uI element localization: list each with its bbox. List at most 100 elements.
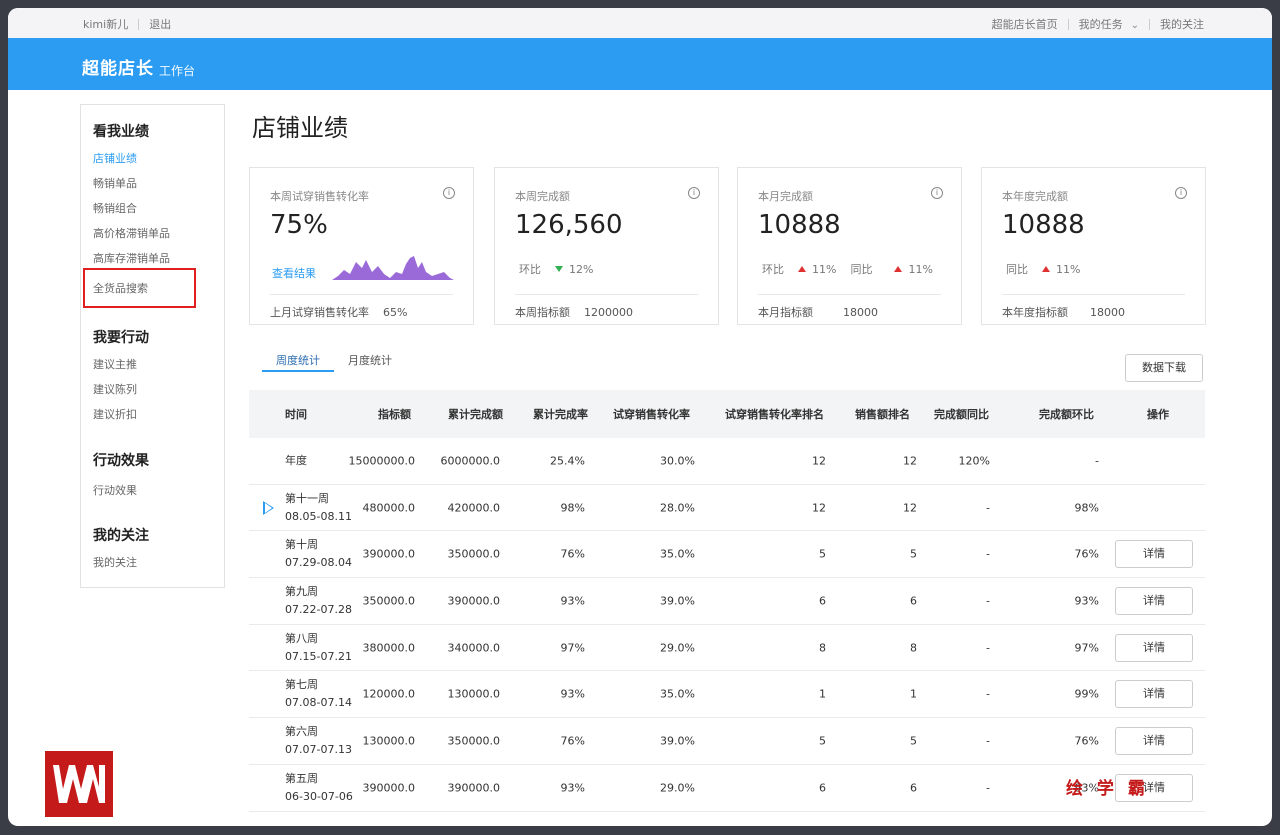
cell-yoy: - [986,501,990,515]
detail-button[interactable]: 详情 [1115,680,1193,709]
play-icon[interactable] [263,500,274,515]
detail-button[interactable]: 详情 [1115,540,1193,569]
cell-conversion-rank: 5 [819,547,826,561]
app-header: 超能店长 工作台 [8,38,1272,90]
table-row: 第六周 07.07-07.13 130000.0 350000.0 76% 39.0% 5 5… [249,718,1205,765]
cell-conversion-rank: 6 [819,594,826,608]
table-row: 第九周 07.22-07.28 350000.0 390000.0 93% 39.0% 6 6… [249,578,1205,625]
sidebar-group-title: 看我业绩 [93,124,149,140]
card-label: 本周完成额 [515,190,570,203]
card-label: 本月完成额 [758,190,813,203]
divider [138,18,140,30]
detail-button[interactable]: 详情 [1115,586,1193,615]
cell-mom: 99% [1074,687,1099,701]
cell-time: 第九周 07.22-07.28 [285,583,352,619]
brand-title[interactable]: 超能店长 [82,54,154,79]
period-name: 第八周 [285,631,318,645]
card-divider [1002,294,1185,295]
foot-value: 1200000 [584,306,633,319]
sidebar-group-title: 我要行动 [93,330,149,346]
period-dates: 08.05-08.11 [285,509,352,523]
user-name[interactable]: kimi新儿 [83,16,128,32]
cell-target: 390000.0 [362,547,416,561]
cell-done-rate: 25.4% [550,454,585,468]
cell-conversion: 30.0% [660,454,695,468]
kpi-card-week-done: 本周完成额 i 126,560 环比 12% 本周指标额 1200000 [494,167,719,325]
table-row: 第五周 06-30-07-06 390000.0 390000.0 93% 29.0% 6 6… [249,765,1205,812]
cell-conversion: 29.0% [660,781,695,795]
cell-done-rate: 93% [560,781,585,795]
cell-conversion-rank: 6 [819,781,826,795]
cell-conversion: 35.0% [660,687,695,701]
sidebar-item-all-goods-search[interactable]: 全货品搜索 [93,280,148,296]
tab-weekly[interactable]: 周度统计 [262,346,334,372]
cell-mom: 97% [1074,641,1099,655]
sidebar-item-bestseller-combos[interactable]: 畅销组合 [93,200,137,216]
cell-conversion-rank: 5 [819,734,826,748]
cell-sales-rank: 6 [910,781,917,795]
sidebar-item-display[interactable]: 建议陈列 [93,381,137,397]
detail-button[interactable]: 详情 [1115,726,1193,755]
table-row: 年度 15000000.0 6000000.0 25.4% 30.0% 12 12 120% - [249,438,1205,485]
cell-sales-rank: 12 [903,501,917,515]
cell-conversion: 39.0% [660,594,695,608]
card-compare-row: 环比 12% [519,261,593,277]
logout-link[interactable]: 退出 [149,16,171,32]
col-mom: 完成额环比 [1039,408,1094,421]
info-icon[interactable]: i [443,187,455,199]
tab-monthly[interactable]: 月度统计 [334,346,406,372]
tasks-label: 我的任务 [1078,18,1123,31]
arrow-up-icon [1042,266,1050,272]
home-link[interactable]: 超能店长首页 [992,16,1058,32]
foot-label: 本月指标额 [758,306,813,319]
cell-conversion-rank: 1 [819,687,826,701]
col-done: 累计完成额 [448,408,503,421]
sidebar-item-high-price-slow[interactable]: 高价格滞销单品 [93,225,170,241]
chevron-down-icon: ⌄ [1130,20,1139,31]
sidebar-item-store-performance[interactable]: 店铺业绩 [93,150,137,166]
sidebar-item-promote[interactable]: 建议主推 [93,356,137,372]
cell-done-rate: 93% [560,594,585,608]
card-footer: 上月试穿销售转化率 65% [270,304,407,320]
watermark-text: 绘 学 霸 [1066,779,1149,799]
sidebar-item-discount[interactable]: 建议折扣 [93,406,137,422]
foot-value: 18000 [1090,306,1125,319]
app-window: kimi新儿 退出 超能店长首页 我的任务 ⌄ 我的关注 超能店长 工作台 看我业… [8,8,1272,826]
card-divider [515,294,698,295]
foot-label: 本年度指标额 [1002,306,1068,319]
card-divider [758,294,941,295]
info-icon[interactable]: i [688,187,700,199]
sidebar-item-my-follows[interactable]: 我的关注 [93,554,137,570]
divider [1067,18,1069,30]
tasks-dropdown[interactable]: 我的任务 ⌄ [1079,16,1139,32]
table-row: 第十一周 08.05-08.11 480000.0 420000.0 98% 28.0% 1… [249,485,1205,532]
cell-time: 第十一周 08.05-08.11 [285,490,352,526]
sparkline-chart [332,256,454,280]
view-results-link[interactable]: 查看结果 [272,265,316,281]
cell-time: 第五周 06-30-07-06 [285,770,353,806]
info-icon[interactable]: i [931,187,943,199]
cell-target: 15000000.0 [348,454,415,468]
cell-done: 390000.0 [447,781,501,795]
follows-link[interactable]: 我的关注 [1160,16,1204,32]
period-dates: 07.15-07.21 [285,649,352,663]
sidebar-item-bestsellers[interactable]: 畅销单品 [93,175,137,191]
card-footer: 本周指标额 1200000 [515,304,633,320]
card-label: 本年度完成额 [1002,190,1068,203]
detail-button[interactable]: 详情 [1115,633,1193,662]
info-icon[interactable]: i [1175,187,1187,199]
cell-time: 年度 [285,452,307,470]
download-button[interactable]: 数据下载 [1125,354,1203,382]
cell-conversion-rank: 12 [812,454,826,468]
period-name: 第九周 [285,584,318,598]
cell-mom: 93% [1074,594,1099,608]
compare-value: 11% [1056,262,1081,276]
arrow-up-icon [798,266,806,272]
period-name: 第十周 [285,538,318,552]
foot-value: 65% [383,306,408,319]
compare-value: 11% [908,262,933,276]
cell-target: 480000.0 [362,501,416,515]
sidebar-item-high-stock-slow[interactable]: 高库存滞销单品 [93,250,170,266]
sidebar-item-action-effect[interactable]: 行动效果 [93,482,137,498]
cell-yoy: 120% [958,454,990,468]
